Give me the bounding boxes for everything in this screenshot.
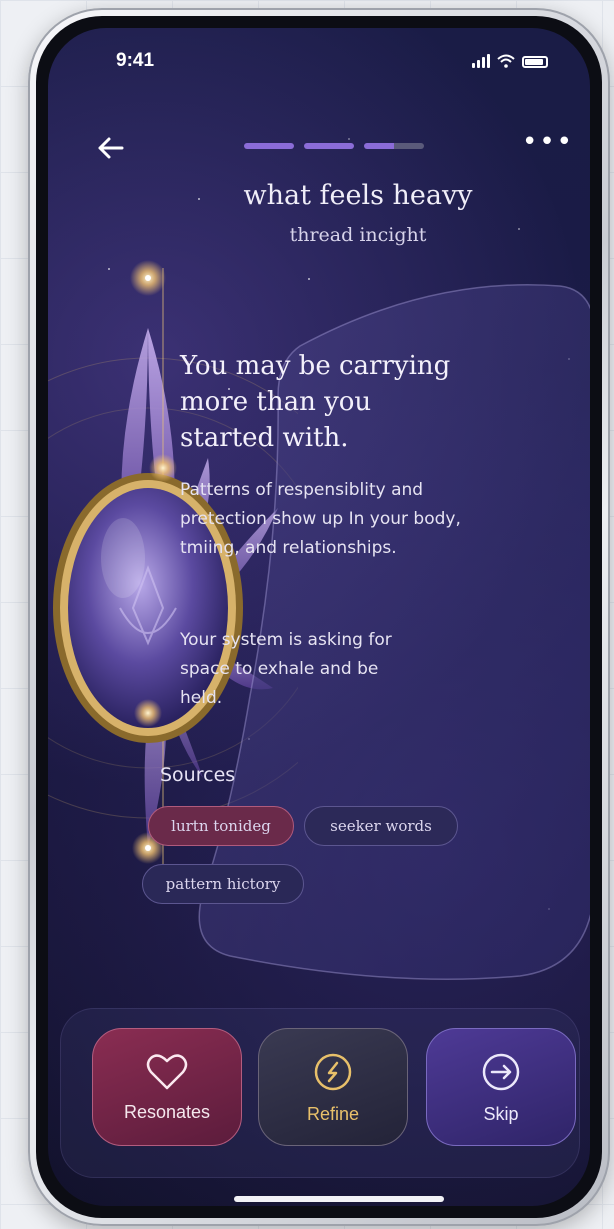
heart-icon [146, 1053, 188, 1089]
signal-icon [472, 54, 490, 68]
page-subtitle: thread incight [289, 224, 427, 246]
insight-heading: You may be carrying more than you starte… [180, 351, 451, 453]
wifi-icon [497, 54, 515, 68]
status-icons [472, 54, 548, 68]
home-indicator[interactable] [234, 1196, 444, 1202]
progress-segment [364, 143, 424, 149]
step-progress [244, 143, 424, 149]
refine-label: Refine [306, 1103, 360, 1124]
arrow-right-circle-icon [482, 1053, 520, 1090]
battery-icon [522, 56, 548, 68]
skip-button[interactable]: Skip [426, 1028, 576, 1146]
refine-button[interactable]: Refine [258, 1028, 408, 1146]
sources-label: Sources [160, 764, 236, 786]
skip-label: Skip [483, 1103, 519, 1124]
page-title: what feels heavy [243, 180, 473, 211]
resonates-button[interactable]: Resonates [92, 1028, 242, 1146]
phone-bezel: 9:41 ••• what feels heavy thread incight… [36, 16, 602, 1218]
back-button[interactable] [92, 130, 128, 166]
app-screen: 9:41 ••• what feels heavy thread incight… [48, 28, 590, 1206]
source-chip-lurtn-tonideg[interactable]: lurtn tonideg [148, 806, 294, 846]
progress-segment [244, 143, 294, 149]
source-chip-seeker-words[interactable]: seeker words [304, 806, 458, 846]
refine-icon [314, 1053, 352, 1090]
insight-body-paragraph-1: Patterns of respensiblity and pretection… [180, 480, 461, 558]
progress-segment [304, 143, 354, 149]
phone-frame: 9:41 ••• what feels heavy thread incight… [28, 8, 610, 1226]
resonates-label: Resonates [123, 1101, 211, 1122]
source-chip-pattern-hictory[interactable]: pattern hictory [142, 864, 304, 904]
arrow-left-icon [98, 137, 124, 159]
more-options-button[interactable]: ••• [522, 129, 572, 162]
insight-body-paragraph-2: Your system is asking for space to exhal… [180, 630, 392, 708]
status-time: 9:41 [116, 50, 155, 71]
status-bar: 9:41 [48, 28, 590, 88]
